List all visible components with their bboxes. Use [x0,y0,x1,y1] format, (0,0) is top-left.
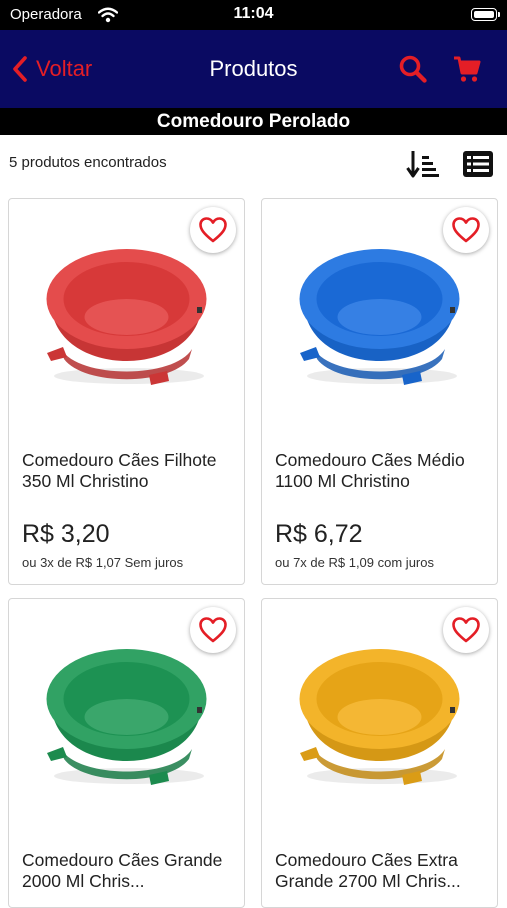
cart-icon[interactable] [452,54,482,84]
product-image [46,649,207,785]
back-button[interactable]: Voltar [10,52,92,86]
favorite-button[interactable] [443,207,489,253]
heart-icon [452,617,480,643]
sort-icon[interactable] [405,148,439,180]
status-bar: Operadora 11:04 [0,0,507,30]
product-price: R$ 6,72 [275,520,363,548]
product-name: Comedouro Cães Médio 1100 Ml Christino [275,450,465,491]
status-time: 11:04 [233,5,274,22]
product-card[interactable]: Comedouro Cães Filhote 350 Ml Christino … [8,198,245,585]
back-label: Voltar [36,56,93,81]
product-image [299,249,460,385]
results-count: 5 produtos encontrados [9,154,167,171]
search-icon[interactable] [398,54,428,84]
battery-icon [471,8,500,21]
product-card[interactable]: Comedouro Cães Extra Grande 2700 Ml Chri… [261,598,498,908]
product-image [46,249,207,385]
category-title: Comedouro Perolado [0,108,507,135]
product-card[interactable]: Comedouro Cães Grande 2000 Ml Chris... [8,598,245,908]
favorite-button[interactable] [190,607,236,653]
product-installments: ou 3x de R$ 1,07 Sem juros [22,555,184,570]
product-name: Comedouro Cães Grande 2000 Ml Chris... [22,850,223,891]
heart-icon [452,217,480,243]
favorite-button[interactable] [443,607,489,653]
chevron-left-icon [13,56,27,82]
product-price: R$ 3,20 [22,520,110,548]
product-installments: ou 7x de R$ 1,09 com juros [275,555,434,570]
product-name: Comedouro Cães Extra Grande 2700 Ml Chri… [275,850,461,891]
product-name: Comedouro Cães Filhote 350 Ml Christino [22,450,217,491]
product-image [299,649,460,785]
product-card[interactable]: Comedouro Cães Médio 1100 Ml Christino R… [261,198,498,585]
navigation-bar: Voltar Produtos [0,30,507,108]
results-toolbar: 5 produtos encontrados [0,135,507,192]
heart-icon [199,617,227,643]
heart-icon [199,217,227,243]
favorite-button[interactable] [190,207,236,253]
list-view-icon[interactable] [462,149,494,179]
